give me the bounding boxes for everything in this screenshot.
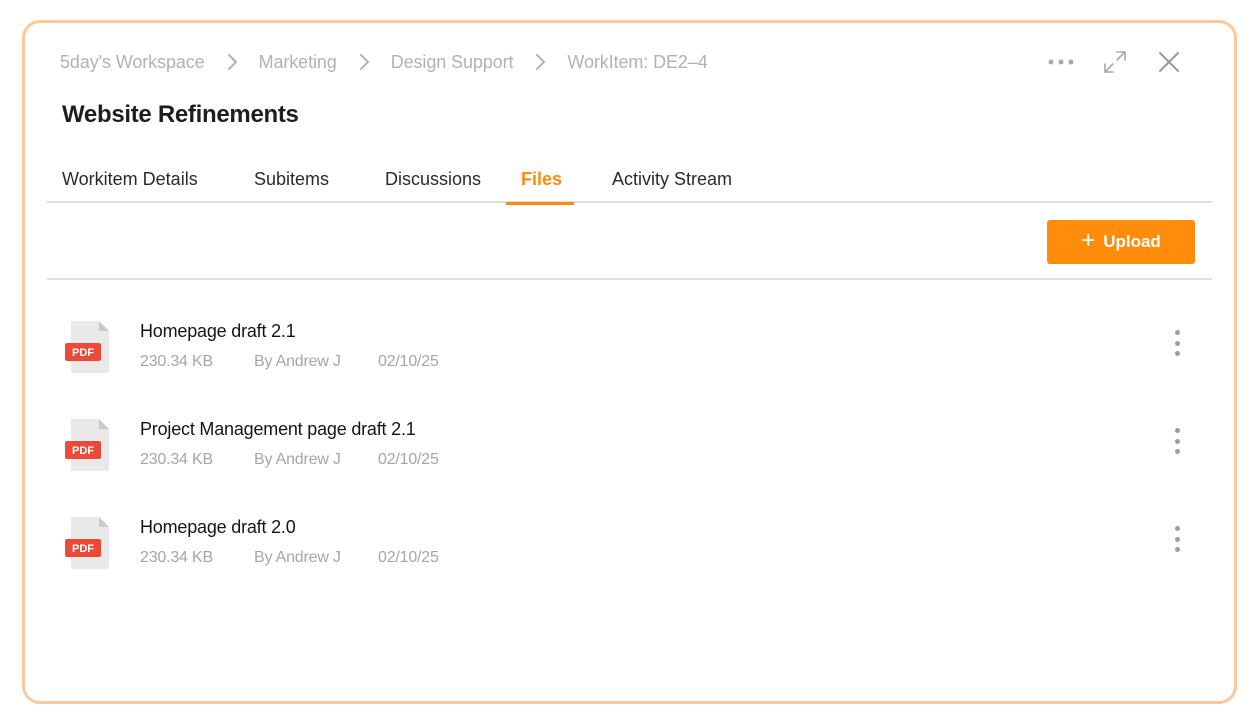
breadcrumb-marketing[interactable]: Marketing (259, 52, 337, 73)
tab-workitem-details[interactable]: Workitem Details (47, 166, 239, 203)
svg-text:PDF: PDF (72, 347, 94, 359)
chevron-right-icon (513, 53, 567, 71)
window-controls (1034, 47, 1196, 77)
page-title: Website Refinements (62, 101, 299, 128)
file-size: 230.34 KB (140, 451, 213, 468)
chevron-right-icon (337, 53, 391, 71)
pdf-file-icon: PDF (65, 321, 109, 373)
file-name[interactable]: Project Management page draft 2.1 (140, 419, 416, 440)
kebab-menu-icon[interactable] (1167, 424, 1187, 458)
breadcrumb-workspace[interactable]: 5day's Workspace (60, 52, 205, 73)
files-toolbar: + Upload (47, 203, 1212, 280)
tab-bar: Workitem Details Subitems Discussions Fi… (47, 166, 1212, 205)
breadcrumb-workitem: WorkItem: DE2–4 (567, 51, 708, 72)
file-meta: 230.34 KB By Andrew J 02/10/25 (140, 451, 439, 469)
file-row[interactable]: PDF Homepage draft 2.0 230.34 KB By Andr… (47, 509, 1212, 607)
file-date: 02/10/25 (378, 353, 439, 370)
chevron-right-icon (205, 53, 259, 71)
workitem-modal: 5day's Workspace Marketing Design Suppor… (22, 20, 1237, 704)
breadcrumb: 5day's Workspace Marketing Design Suppor… (60, 50, 708, 74)
close-icon[interactable] (1142, 47, 1196, 77)
breadcrumb-design-support[interactable]: Design Support (391, 52, 514, 73)
tab-activity-stream[interactable]: Activity Stream (597, 166, 747, 203)
more-horizontal-icon[interactable] (1034, 47, 1088, 77)
svg-text:PDF: PDF (72, 543, 94, 555)
file-meta: 230.34 KB By Andrew J 02/10/25 (140, 353, 439, 371)
file-size: 230.34 KB (140, 549, 213, 566)
plus-icon: + (1081, 227, 1096, 254)
upload-label: Upload (1103, 232, 1161, 251)
file-date: 02/10/25 (378, 549, 439, 566)
pdf-file-icon: PDF (65, 419, 109, 471)
file-size: 230.34 KB (140, 353, 213, 370)
file-list: PDF Homepage draft 2.1 230.34 KB By Andr… (47, 313, 1212, 607)
tab-subitems[interactable]: Subitems (239, 166, 370, 203)
file-row[interactable]: PDF Project Management page draft 2.1 23… (47, 411, 1212, 509)
expand-icon[interactable] (1088, 47, 1142, 77)
file-author: By Andrew J (254, 549, 341, 566)
file-row[interactable]: PDF Homepage draft 2.1 230.34 KB By Andr… (47, 313, 1212, 411)
pdf-file-icon: PDF (65, 517, 109, 569)
kebab-menu-icon[interactable] (1167, 326, 1187, 360)
tab-files[interactable]: Files (506, 166, 574, 205)
file-author: By Andrew J (254, 451, 341, 468)
svg-text:PDF: PDF (72, 445, 94, 457)
upload-button[interactable]: + Upload (1047, 220, 1195, 264)
kebab-menu-icon[interactable] (1167, 522, 1187, 556)
file-meta: 230.34 KB By Andrew J 02/10/25 (140, 549, 439, 567)
file-date: 02/10/25 (378, 451, 439, 468)
file-name[interactable]: Homepage draft 2.0 (140, 517, 296, 538)
tab-discussions[interactable]: Discussions (370, 166, 506, 203)
file-name[interactable]: Homepage draft 2.1 (140, 321, 296, 342)
file-author: By Andrew J (254, 353, 341, 370)
